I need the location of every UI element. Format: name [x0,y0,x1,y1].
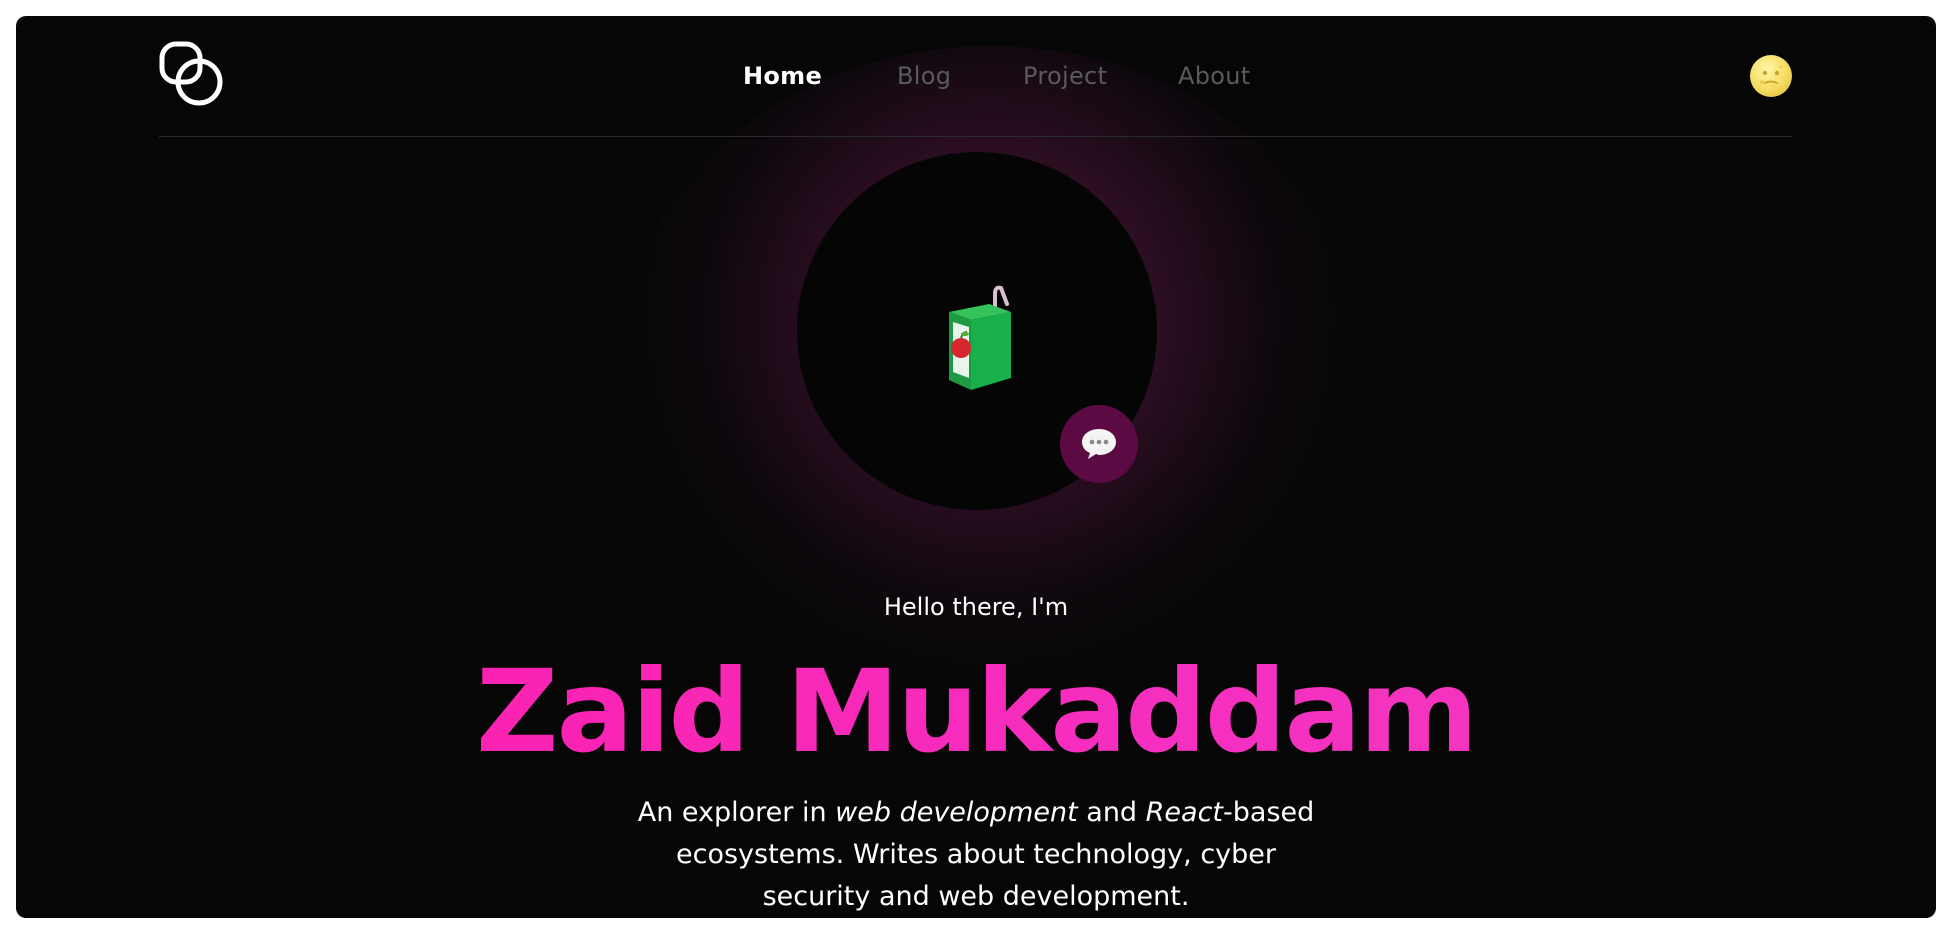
theme-toggle-button[interactable] [1750,55,1792,97]
bio-emphasis-react: React [1145,797,1224,828]
bio-text-part2: and [1077,797,1146,828]
hero-greeting: Hello there, I'm [883,593,1069,621]
nav-link-blog[interactable]: Blog [897,62,951,90]
hero-bio: An explorer in web development and React… [626,792,1326,918]
navbar: Home Blog Project About [159,16,1792,137]
nav-link-project[interactable]: Project [1023,62,1107,90]
bio-text-part1: An explorer in [637,797,836,828]
nav-link-about[interactable]: About [1178,62,1250,90]
hero-name: Zaid Mukaddam [16,652,1936,772]
nav-link-home[interactable]: Home [743,62,822,90]
chat-button[interactable] [1060,405,1138,483]
juice-box-icon [949,285,1011,390]
bio-emphasis-web-development: web development [835,797,1078,828]
moon-face-icon [1760,65,1783,84]
main-nav: Home Blog Project About [159,16,1792,136]
page-frame: Home Blog Project About Hello there, I'm… [16,16,1936,918]
speech-bubble-icon [1082,429,1116,459]
